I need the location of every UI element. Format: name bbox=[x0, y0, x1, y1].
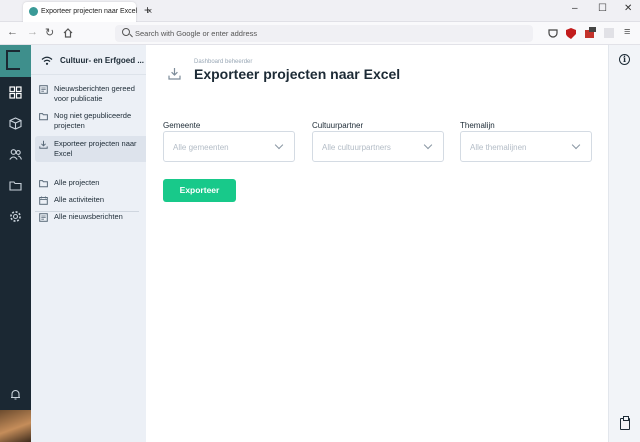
subnav-item-unpublished-projects[interactable]: Nog niet gepubliceerde projecten bbox=[35, 108, 146, 134]
home-icon[interactable] bbox=[63, 28, 73, 38]
subnav-item-all-activities[interactable]: Alle activiteiten bbox=[35, 192, 146, 208]
export-button[interactable]: Exporteer bbox=[163, 179, 236, 202]
new-tab-icon[interactable]: + bbox=[144, 3, 151, 17]
minimize-icon[interactable]: – bbox=[572, 3, 578, 14]
menu-icon[interactable]: ≡ bbox=[624, 26, 630, 38]
subnav-item-label: Exporteer projecten naar Excel bbox=[54, 139, 137, 158]
browser-nav-bar: ← → ↻ ≡ bbox=[0, 22, 640, 45]
url-input[interactable] bbox=[135, 27, 515, 40]
extension-icon[interactable] bbox=[603, 27, 615, 39]
close-window-icon[interactable]: ✕ bbox=[624, 3, 632, 14]
select-placeholder: Alle gemeenten bbox=[173, 143, 229, 152]
download-icon bbox=[168, 68, 181, 80]
subnav-item-all-projects[interactable]: Alle projecten bbox=[35, 175, 146, 191]
folder-icon[interactable] bbox=[9, 179, 22, 192]
themalijn-select[interactable]: Alle themalijnen bbox=[460, 131, 592, 162]
subnav-item-label: Alle nieuwsberichten bbox=[54, 212, 123, 221]
cube-icon[interactable] bbox=[9, 117, 22, 130]
main-content: Dashboard beheerder Exporteer projecten … bbox=[146, 45, 608, 442]
page-title: Exporteer projecten naar Excel bbox=[194, 66, 401, 82]
chevron-down-icon bbox=[274, 140, 284, 150]
maximize-icon[interactable]: ☐ bbox=[598, 3, 607, 14]
subnav-item-label: Alle projecten bbox=[54, 178, 100, 187]
bell-icon[interactable] bbox=[9, 388, 22, 401]
subnav-item-label: Nieuwsberichten gereed voor publicatie bbox=[54, 84, 135, 103]
users-icon[interactable] bbox=[9, 148, 22, 161]
cultuurpartner-select[interactable]: Alle cultuurpartners bbox=[312, 131, 444, 162]
pocket-icon[interactable] bbox=[547, 27, 559, 39]
address-bar[interactable] bbox=[115, 25, 533, 42]
right-rail bbox=[608, 45, 640, 442]
select-placeholder: Alle themalijnen bbox=[470, 143, 527, 152]
chevron-down-icon bbox=[571, 140, 581, 150]
avatar[interactable] bbox=[0, 410, 31, 442]
document-icon bbox=[39, 213, 48, 222]
back-icon[interactable]: ← bbox=[7, 26, 18, 38]
calendar-icon bbox=[39, 196, 48, 205]
dashboard-icon[interactable] bbox=[9, 86, 22, 99]
browser-tab[interactable]: Exporteer projecten naar Excel × bbox=[23, 2, 152, 22]
subnav-item-all-news[interactable]: Alle nieuwsberichten bbox=[35, 209, 146, 225]
extension-badge-icon[interactable] bbox=[584, 27, 596, 39]
folder-icon bbox=[39, 180, 48, 188]
subnav-item-export-excel[interactable]: Exporteer projecten naar Excel bbox=[35, 136, 146, 162]
filter-label-cultuurpartner: Cultuurpartner bbox=[312, 121, 364, 130]
document-icon bbox=[39, 85, 48, 94]
browser-tab-title: Exporteer projecten naar Excel bbox=[41, 8, 138, 15]
settings-icon[interactable] bbox=[9, 210, 22, 223]
folder-icon bbox=[39, 113, 48, 121]
subnav-item-label: Nog niet gepubliceerde projecten bbox=[54, 111, 132, 130]
clipboard-icon[interactable] bbox=[620, 416, 630, 430]
sub-navigation: Cultuur- en Erfgoed ... Nieuwsberichten … bbox=[31, 45, 146, 442]
subnav-item-news-ready[interactable]: Nieuwsberichten gereed voor publicatie bbox=[35, 81, 146, 107]
organisation-icon bbox=[41, 56, 53, 65]
forward-icon[interactable]: → bbox=[27, 26, 38, 38]
subnav-item-label: Alle activiteiten bbox=[54, 195, 105, 204]
select-placeholder: Alle cultuurpartners bbox=[322, 143, 391, 152]
organisation-name: Cultuur- en Erfgoed ... bbox=[60, 56, 144, 65]
info-icon[interactable] bbox=[619, 54, 630, 65]
gemeente-select[interactable]: Alle gemeenten bbox=[163, 131, 295, 162]
breadcrumb[interactable]: Dashboard beheerder bbox=[194, 59, 252, 65]
app-rail bbox=[0, 45, 31, 442]
browser-tab-strip: Exporteer projecten naar Excel × + – ☐ ✕ bbox=[0, 0, 640, 22]
app-logo[interactable] bbox=[0, 45, 31, 77]
download-icon bbox=[39, 140, 48, 149]
site-favicon-icon bbox=[29, 7, 38, 16]
chevron-down-icon bbox=[423, 140, 433, 150]
filter-label-gemeente: Gemeente bbox=[163, 121, 201, 130]
reload-icon[interactable]: ↻ bbox=[45, 26, 54, 39]
search-icon bbox=[122, 28, 130, 36]
filter-label-themalijn: Themalijn bbox=[460, 121, 495, 130]
ublock-icon[interactable] bbox=[565, 27, 577, 39]
organisation-switcher[interactable]: Cultuur- en Erfgoed ... bbox=[31, 45, 146, 75]
